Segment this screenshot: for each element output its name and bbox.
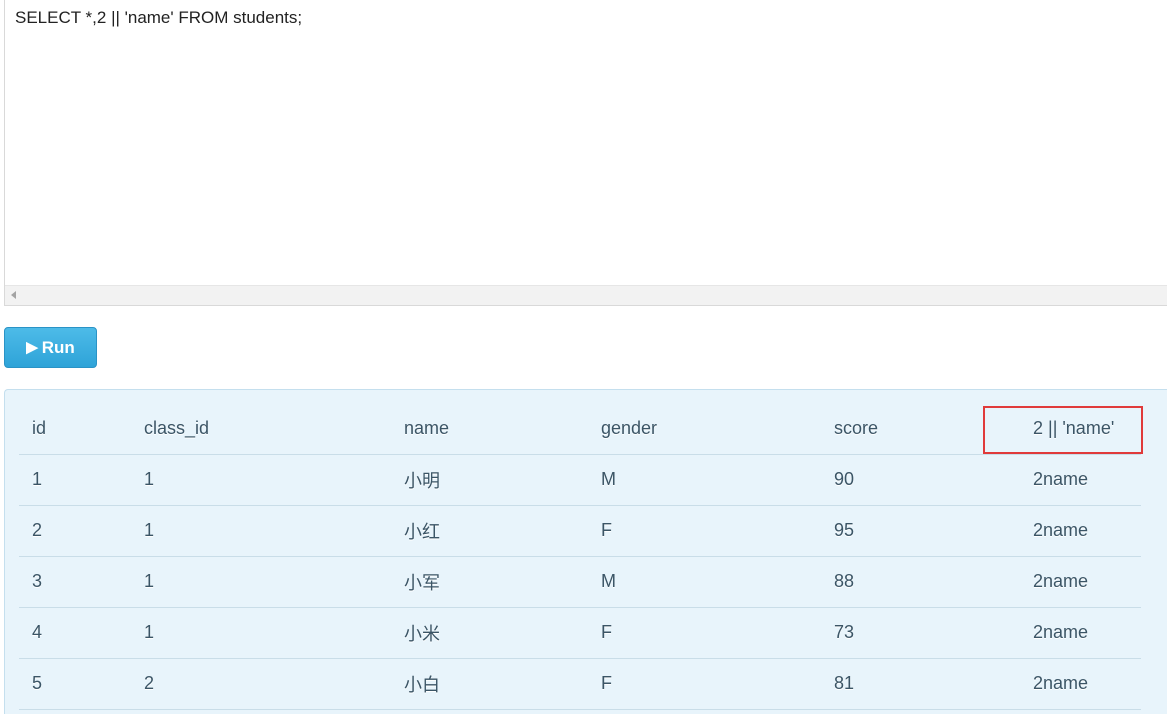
table-cell: 小白 [391,658,588,710]
highlight-box [983,406,1143,454]
column-header: name [391,404,588,455]
table-cell: 90 [821,454,1020,506]
table-cell: 4 [19,607,131,659]
table-cell: 1 [131,505,391,557]
table-cell: 5 [19,658,131,710]
table-cell: 2name [1020,505,1141,557]
horizontal-scrollbar[interactable] [5,285,1167,305]
play-icon: ▶ [26,339,38,356]
table-row: 3 1 小军 M 88 2name [19,556,1141,608]
table-cell: F [588,505,821,557]
table-cell: 1 [131,607,391,659]
table-cell: 2name [1020,607,1141,659]
table-cell: 2name [1020,454,1141,506]
table-cell: 95 [821,505,1020,557]
table-cell: 2 [19,505,131,557]
column-header: id [19,404,131,455]
column-header: gender [588,404,821,455]
result-table: id class_id name gender score 2 || 'name… [19,404,1141,710]
table-cell: F [588,607,821,659]
column-header: class_id [131,404,391,455]
table-cell: F [588,658,821,710]
table-cell: 88 [821,556,1020,608]
table-cell: 1 [19,454,131,506]
table-cell: 1 [131,454,391,506]
run-button[interactable]: ▶ Run [4,327,97,368]
table-cell: 81 [821,658,1020,710]
table-row: 4 1 小米 F 73 2name [19,607,1141,659]
table-row: 1 1 小明 M 90 2name [19,454,1141,506]
table-header-row: id class_id name gender score 2 || 'name… [19,404,1141,455]
table-cell: 小军 [391,556,588,608]
run-button-label: Run [41,337,75,357]
table-cell: 2name [1020,658,1141,710]
table-cell: 2name [1020,556,1141,608]
table-row: 5 2 小白 F 81 2name [19,658,1141,710]
sql-query-text[interactable]: SELECT *,2 || 'name' FROM students; [15,8,302,28]
table-cell: 小红 [391,505,588,557]
table-cell: M [588,556,821,608]
table-cell: M [588,454,821,506]
table-cell: 小米 [391,607,588,659]
table-cell: 2 [131,658,391,710]
table-cell: 3 [19,556,131,608]
table-cell: 1 [131,556,391,608]
table-row: 2 1 小红 F 95 2name [19,505,1141,557]
scroll-left-arrow-icon[interactable] [11,291,16,299]
table-cell: 73 [821,607,1020,659]
sql-editor[interactable]: SELECT *,2 || 'name' FROM students; [4,0,1167,306]
table-cell: 小明 [391,454,588,506]
